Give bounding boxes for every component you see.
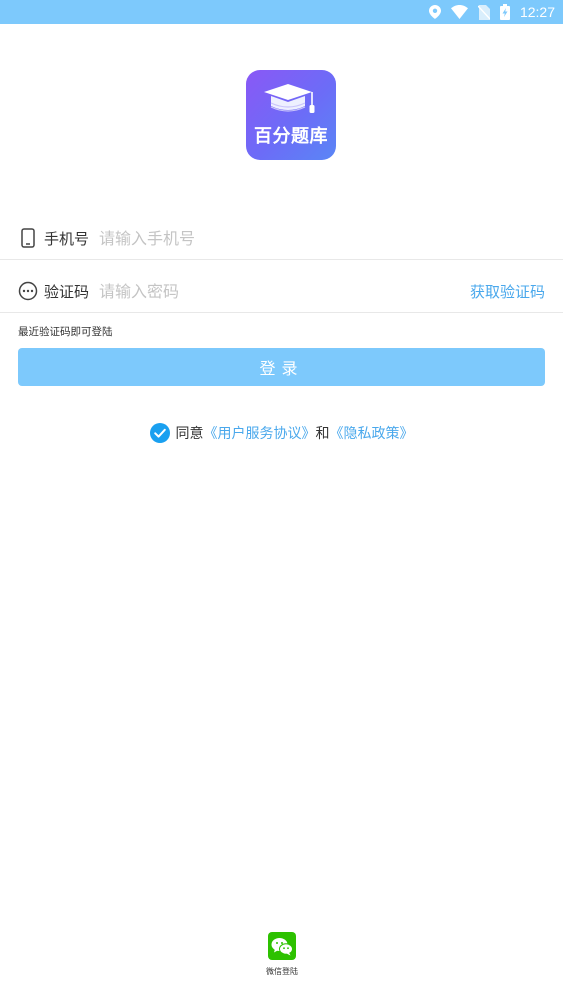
wechat-login-label: 微信登陆 bbox=[266, 967, 298, 976]
location-icon bbox=[428, 5, 441, 19]
chat-bubble-icon bbox=[18, 281, 38, 301]
status-time: 12:27 bbox=[519, 4, 555, 20]
privacy-policy-link[interactable]: 《隐私政策》 bbox=[330, 423, 414, 443]
phone-row: 手机号 bbox=[18, 212, 545, 264]
get-code-button[interactable]: 获取验证码 bbox=[470, 281, 545, 302]
logo-text: 百分题库 bbox=[254, 126, 328, 147]
agreement-row: 同意 《用户服务协议》 和 《隐私政策》 bbox=[0, 422, 563, 444]
phone-icon bbox=[18, 228, 38, 248]
phone-label: 手机号 bbox=[44, 229, 90, 248]
agree-conjunction: 和 bbox=[315, 426, 330, 442]
status-bar: 12:27 bbox=[0, 0, 563, 24]
no-sim-icon bbox=[477, 4, 490, 20]
divider bbox=[0, 259, 563, 260]
wechat-login[interactable]: 微信登陆 bbox=[262, 932, 302, 977]
code-label: 验证码 bbox=[44, 282, 90, 301]
checkmark-icon bbox=[149, 423, 170, 443]
phone-input[interactable] bbox=[99, 228, 545, 248]
user-agreement-link[interactable]: 《用户服务协议》 bbox=[204, 423, 316, 443]
agree-checkbox[interactable] bbox=[149, 423, 170, 443]
divider bbox=[0, 312, 563, 313]
code-input[interactable] bbox=[99, 281, 470, 301]
battery-charging-icon bbox=[499, 4, 510, 20]
graduation-cap-icon bbox=[264, 84, 315, 113]
wechat-icon[interactable] bbox=[268, 932, 296, 960]
code-row: 验证码 获取验证码 bbox=[18, 265, 545, 317]
wifi-icon bbox=[450, 5, 468, 19]
app-logo: 百分题库 bbox=[246, 70, 336, 160]
login-hint: 最近验证码即可登陆 bbox=[18, 326, 113, 338]
login-button[interactable]: 登录 bbox=[18, 348, 545, 386]
agree-prefix: 同意 bbox=[175, 426, 204, 442]
